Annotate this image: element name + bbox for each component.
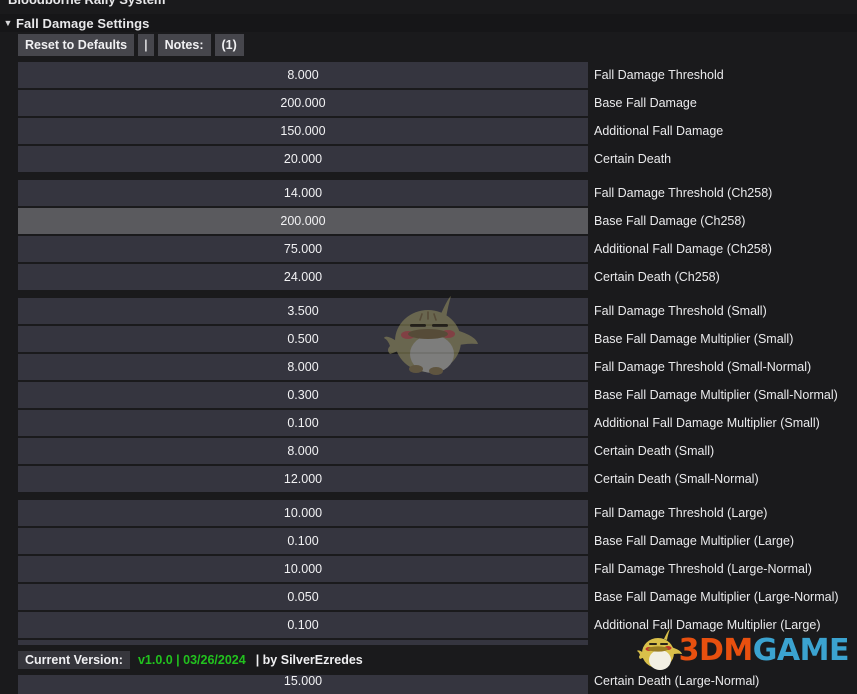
setting-value-input[interactable]: 24.000 xyxy=(18,264,588,290)
setting-value-input[interactable]: 10.000 xyxy=(18,500,588,526)
author-credit: | by SilverEzredes xyxy=(255,653,363,667)
setting-row[interactable]: 200.000 Base Fall Damage (Ch258) xyxy=(0,208,857,234)
setting-value-input[interactable]: 20.000 xyxy=(18,146,588,172)
setting-row[interactable]: 20.000 Certain Death xyxy=(0,146,857,172)
setting-label: Base Fall Damage Multiplier (Large) xyxy=(594,534,795,548)
setting-label: Base Fall Damage (Ch258) xyxy=(594,214,746,228)
section-title: Fall Damage Settings xyxy=(16,15,150,31)
setting-row[interactable]: 0.100 Base Fall Damage Multiplier (Large) xyxy=(0,528,857,554)
setting-value-input[interactable]: 0.300 xyxy=(18,382,588,408)
setting-value-input[interactable]: 75.000 xyxy=(18,236,588,262)
triangle-down-icon[interactable]: ▼ xyxy=(0,18,16,28)
setting-label: Fall Damage Threshold (Large) xyxy=(594,506,768,520)
setting-value-input[interactable]: 0.050 xyxy=(18,584,588,610)
setting-label: Base Fall Damage Multiplier (Large-Norma… xyxy=(594,590,839,604)
setting-row[interactable]: 150.000 Additional Fall Damage xyxy=(0,118,857,144)
setting-row[interactable]: 14.000 Fall Damage Threshold (Ch258) xyxy=(0,180,857,206)
setting-value-input[interactable]: 0.100 xyxy=(18,410,588,436)
setting-row[interactable]: 8.000 Fall Damage Threshold (Small-Normal… xyxy=(0,354,857,380)
setting-row[interactable]: 12.000 Certain Death (Small-Normal) xyxy=(0,466,857,492)
setting-label: Fall Damage Threshold (Small-Normal) xyxy=(594,360,812,374)
setting-row[interactable]: 0.300 Base Fall Damage Multiplier (Small-… xyxy=(0,382,857,408)
setting-row[interactable]: 75.000 Additional Fall Damage (Ch258) xyxy=(0,236,857,262)
setting-value-input[interactable]: 200.000 xyxy=(18,208,588,234)
setting-row[interactable]: 0.100 Additional Fall Damage Multiplier (… xyxy=(0,410,857,436)
setting-value-input[interactable]: 8.000 xyxy=(18,354,588,380)
setting-row[interactable]: 10.000 Fall Damage Threshold (Large-Norma… xyxy=(0,556,857,582)
setting-row[interactable]: 8.000 Certain Death (Small) xyxy=(0,438,857,464)
window-title-clipped: Bloodborne Rally System xyxy=(8,0,165,8)
setting-label: Base Fall Damage xyxy=(594,96,697,110)
reset-to-defaults-button[interactable]: Reset to Defaults xyxy=(18,34,135,56)
setting-row[interactable]: 0.100 Additional Fall Damage Multiplier (… xyxy=(0,612,857,638)
setting-value-input[interactable]: 14.000 xyxy=(18,180,588,206)
toolbar-separator: | xyxy=(138,34,154,56)
setting-value-input[interactable]: 150.000 xyxy=(18,118,588,144)
setting-row[interactable]: 24.000 Certain Death (Ch258) xyxy=(0,264,857,290)
setting-label: Additional Fall Damage Multiplier (Small… xyxy=(594,416,820,430)
setting-value-input[interactable]: 8.000 xyxy=(18,438,588,464)
version-value: v1.0.0 | 03/26/2024 xyxy=(137,653,246,667)
notes-count-badge[interactable]: (1) xyxy=(214,34,244,56)
fall-damage-settings-header[interactable]: ▼ Fall Damage Settings xyxy=(0,14,857,32)
settings-toolbar: Reset to Defaults | Notes: (1) xyxy=(18,34,244,56)
setting-label: Fall Damage Threshold (Small) xyxy=(594,304,767,318)
setting-value-input[interactable]: 10.000 xyxy=(18,556,588,582)
setting-value-input[interactable]: 8.000 xyxy=(18,62,588,88)
setting-label: Additional Fall Damage Multiplier (Large… xyxy=(594,618,821,632)
setting-label: Certain Death (Ch258) xyxy=(594,270,720,284)
current-version-label: Current Version: xyxy=(18,651,130,669)
setting-value-input[interactable]: 0.500 xyxy=(18,326,588,352)
setting-label: Base Fall Damage Multiplier (Small-Norma… xyxy=(594,388,838,402)
setting-label: Certain Death xyxy=(594,152,672,166)
setting-label: Certain Death (Small) xyxy=(594,444,715,458)
footer-bar: Current Version: v1.0.0 | 03/26/2024 | b… xyxy=(0,645,857,675)
setting-label: Certain Death (Small-Normal) xyxy=(594,472,759,486)
setting-row[interactable]: 0.500 Base Fall Damage Multiplier (Small) xyxy=(0,326,857,352)
settings-rows: 8.000 Fall Damage Threshold 200.000 Base Fa… xyxy=(0,62,857,694)
setting-value-input[interactable]: 0.100 xyxy=(18,612,588,638)
setting-value-input[interactable]: 0.100 xyxy=(18,528,588,554)
setting-row[interactable]: 200.000 Base Fall Damage xyxy=(0,90,857,116)
setting-value-input[interactable]: 200.000 xyxy=(18,90,588,116)
setting-label: Fall Damage Threshold (Ch258) xyxy=(594,186,773,200)
notes-button[interactable]: Notes: xyxy=(157,34,211,56)
setting-label: Base Fall Damage Multiplier (Small) xyxy=(594,332,794,346)
setting-label: Fall Damage Threshold (Large-Normal) xyxy=(594,562,812,576)
setting-row[interactable]: 10.000 Fall Damage Threshold (Large) xyxy=(0,500,857,526)
setting-value-input[interactable]: 12.000 xyxy=(18,466,588,492)
settings-group: 14.000 Fall Damage Threshold (Ch258) 200.0… xyxy=(0,180,857,290)
setting-label: Additional Fall Damage xyxy=(594,124,724,138)
settings-group: 3.500 Fall Damage Threshold (Small) 0.500 B… xyxy=(0,298,857,492)
setting-label: Fall Damage Threshold xyxy=(594,68,724,82)
setting-row[interactable]: 0.050 Base Fall Damage Multiplier (Large-… xyxy=(0,584,857,610)
setting-row[interactable]: 8.000 Fall Damage Threshold xyxy=(0,62,857,88)
setting-row[interactable]: 3.500 Fall Damage Threshold (Small) xyxy=(0,298,857,324)
settings-group: 8.000 Fall Damage Threshold 200.000 Base Fa… xyxy=(0,62,857,172)
setting-value-input[interactable]: 3.500 xyxy=(18,298,588,324)
setting-label: Additional Fall Damage (Ch258) xyxy=(594,242,772,256)
